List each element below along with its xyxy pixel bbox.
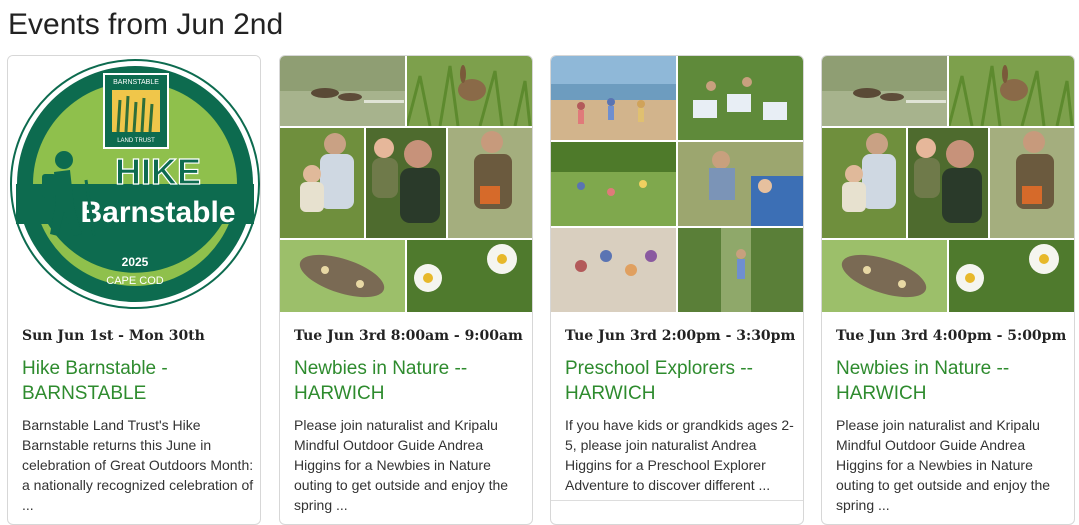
- card-divider: [551, 500, 803, 501]
- logo-barnstable-text: Barnstable: [80, 196, 235, 229]
- event-description: Please join naturalist and Kripalu Mindf…: [836, 417, 1051, 513]
- logo-bottom-text: LAND TRUST: [117, 138, 155, 144]
- logo-year: 2025: [122, 255, 149, 269]
- page-heading: Events from Jun 2nd: [8, 8, 284, 41]
- event-title-link[interactable]: Newbies in Nature -- HARWICH: [836, 356, 1062, 406]
- hike-barnstable-logo: BARNSTABLE LAND TRUST HIKE Barnstable 20…: [8, 56, 260, 312]
- logo-region: CAPE COD: [106, 275, 164, 287]
- event-image[interactable]: [822, 56, 1074, 312]
- event-title-link[interactable]: Preschool Explorers -- HARWICH: [565, 356, 791, 406]
- logo-top-text: BARNSTABLE: [113, 79, 159, 86]
- logo-hike-text: HIKE: [115, 151, 201, 192]
- event-date: Tue Jun 3rd 2:00pm - 3:30pm: [565, 328, 796, 344]
- event-date: Tue Jun 3rd 8:00am - 9:00am: [294, 328, 523, 344]
- event-card[interactable]: Tue Jun 3rd 4:00pm - 5:00pm Newbies in N…: [821, 55, 1075, 525]
- event-card[interactable]: BARNSTABLE LAND TRUST HIKE Barnstable 20…: [7, 55, 261, 525]
- event-card[interactable]: Tue Jun 3rd 8:00am - 9:00am Newbies in N…: [279, 55, 533, 525]
- event-description: If you have kids or grandkids ages 2-5, …: [565, 417, 794, 493]
- preschool-photo-collage: [551, 56, 803, 312]
- event-image[interactable]: [551, 56, 803, 312]
- event-title-link[interactable]: Newbies in Nature -- HARWICH: [294, 356, 520, 406]
- event-image[interactable]: BARNSTABLE LAND TRUST HIKE Barnstable 20…: [8, 56, 260, 312]
- event-title-link[interactable]: Hike Barnstable - BARNSTABLE: [22, 356, 248, 406]
- newbies-photo-collage: [822, 56, 1074, 312]
- event-card[interactable]: Tue Jun 3rd 2:00pm - 3:30pm Preschool Ex…: [550, 55, 804, 525]
- event-date: Sun Jun 1st - Mon 30th: [22, 328, 205, 344]
- event-description: Barnstable Land Trust's Hike Barnstable …: [22, 417, 254, 513]
- newbies-photo-collage: [280, 56, 532, 312]
- event-description: Please join naturalist and Kripalu Mindf…: [294, 417, 509, 513]
- event-date: Tue Jun 3rd 4:00pm - 5:00pm: [836, 328, 1067, 344]
- event-image[interactable]: [280, 56, 532, 312]
